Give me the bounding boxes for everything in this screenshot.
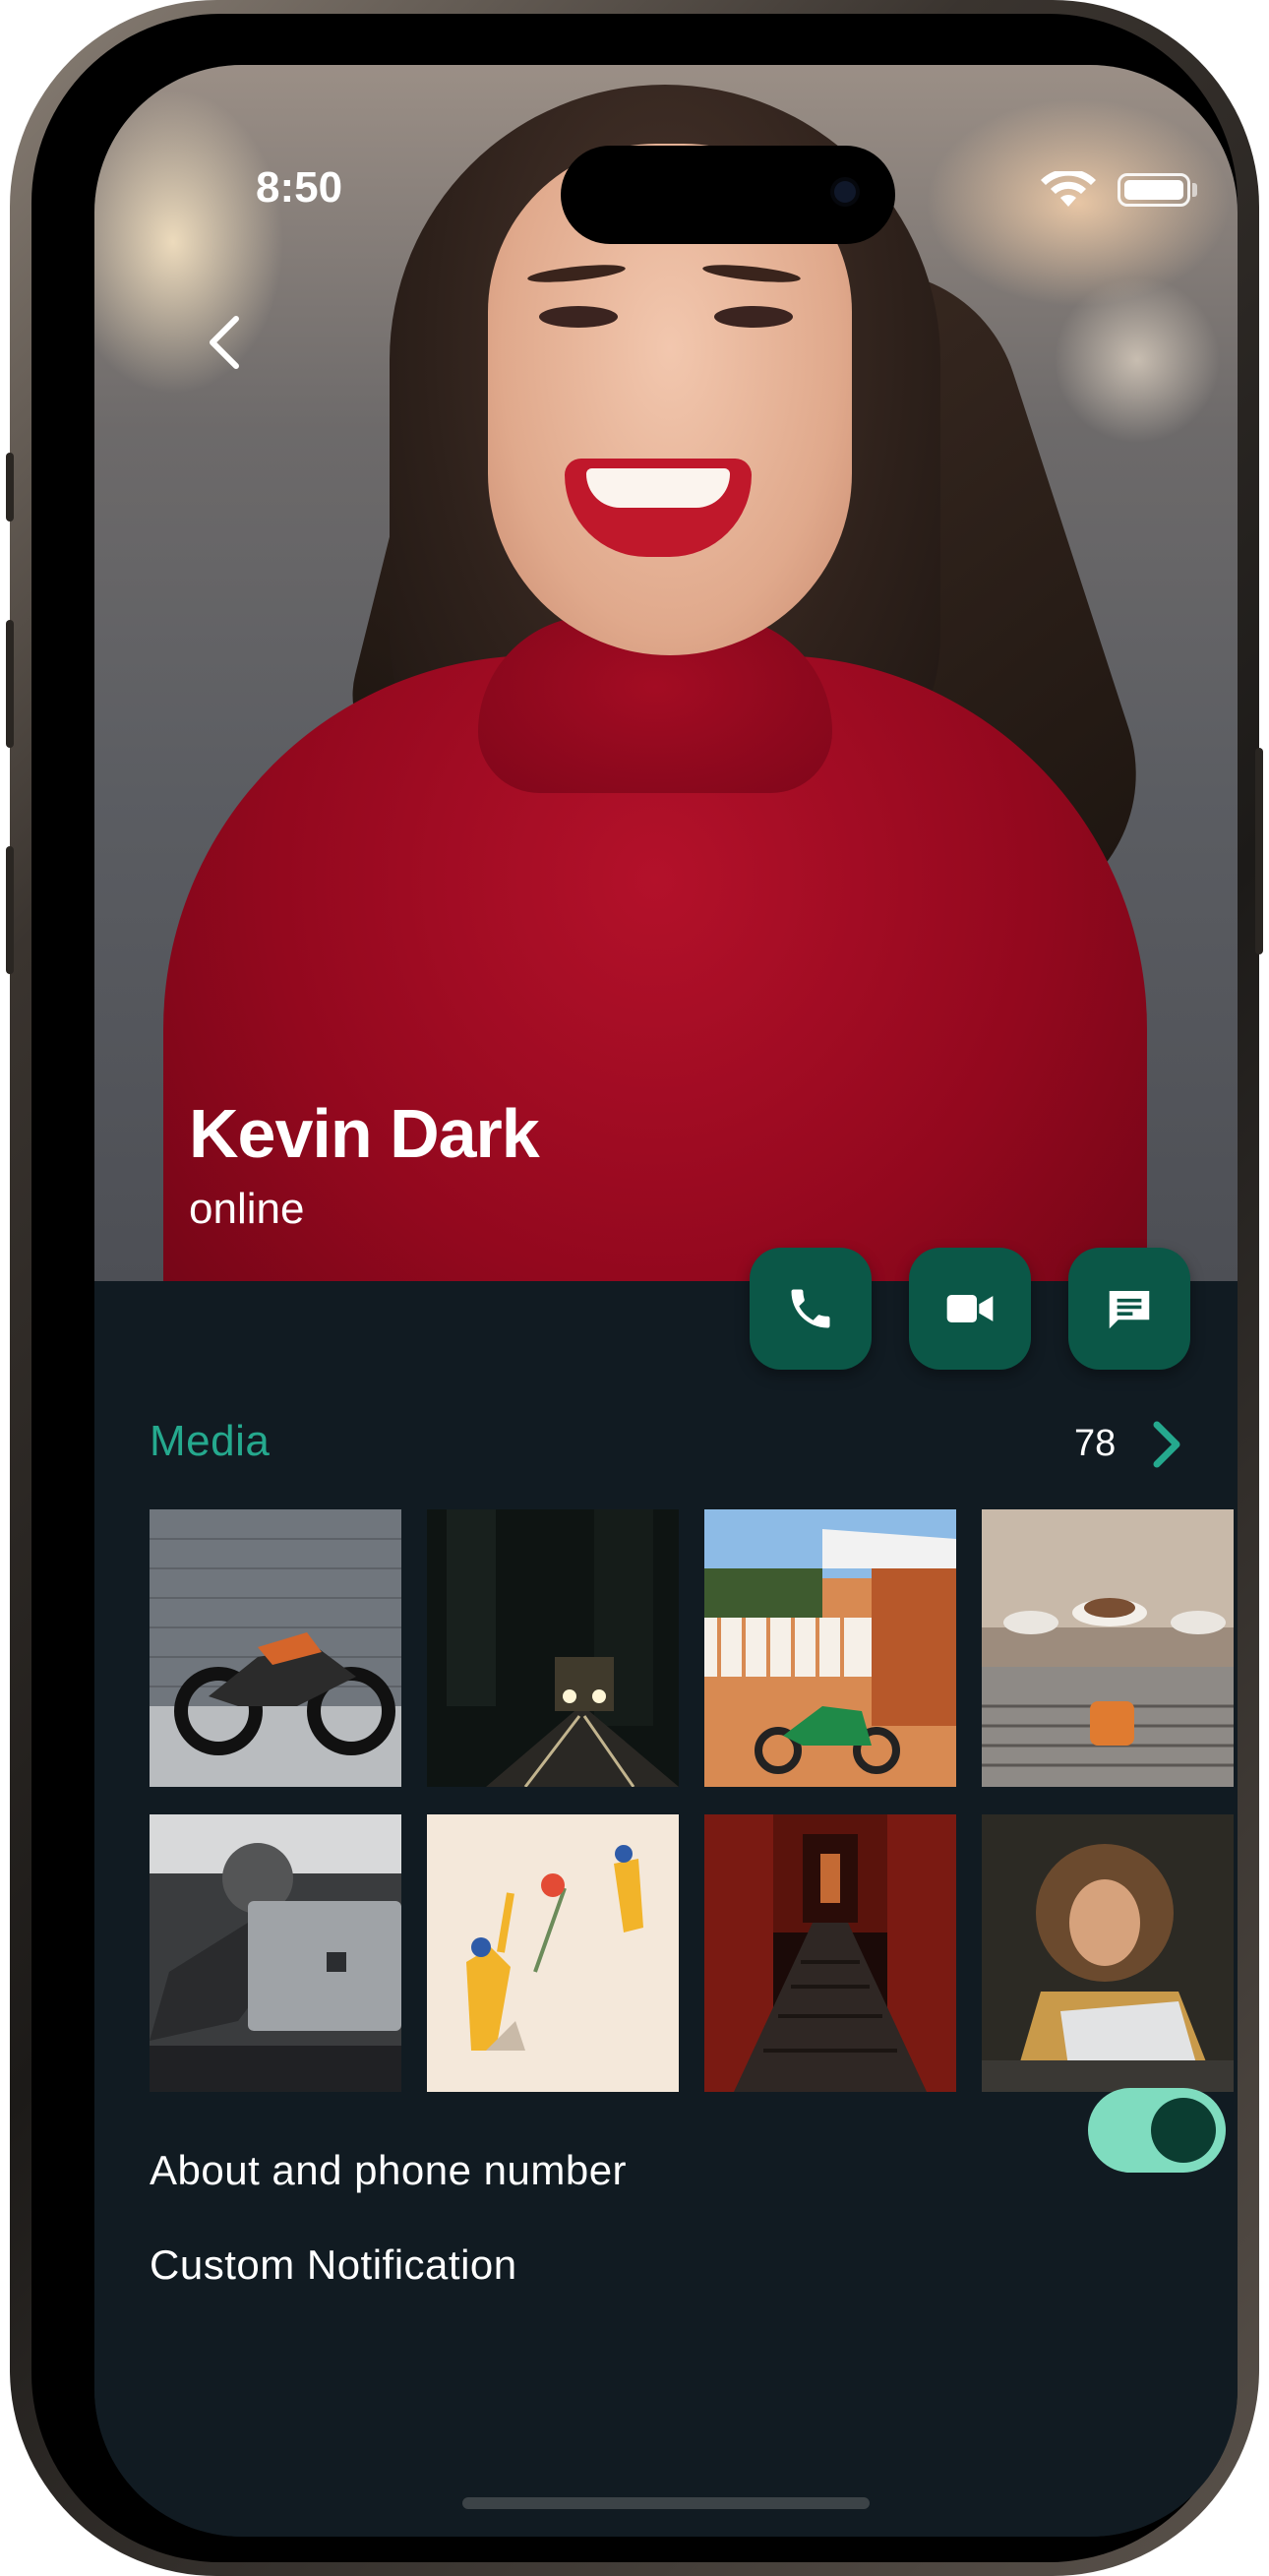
home-indicator[interactable] xyxy=(462,2497,870,2509)
media-thumb-torii[interactable] xyxy=(704,1814,956,2092)
battery-icon xyxy=(1118,173,1190,207)
message-icon xyxy=(1109,1291,1150,1329)
media-thumb-scooter[interactable] xyxy=(704,1509,956,1787)
media-thumb-coffee[interactable] xyxy=(982,1509,1234,1787)
phone-icon xyxy=(791,1289,830,1328)
camera-icon xyxy=(834,181,856,203)
media-thumb-laptop[interactable] xyxy=(150,1814,401,2092)
status-time: 8:50 xyxy=(256,163,343,212)
presence-status: online xyxy=(189,1185,305,1233)
video-icon xyxy=(946,1295,994,1322)
power-button-hardware xyxy=(1255,748,1263,954)
media-count[interactable]: 78 xyxy=(1074,1423,1116,1465)
battery-cap xyxy=(1192,183,1197,197)
call-button[interactable] xyxy=(750,1248,872,1370)
about-phone-label[interactable]: About and phone number xyxy=(150,2147,627,2194)
screen: 8:50 Kevin Dark online Media 78 About an… xyxy=(94,65,1238,2537)
about-phone-toggle[interactable] xyxy=(1088,2088,1226,2173)
back-chevron-icon[interactable] xyxy=(205,313,244,372)
video-call-button[interactable] xyxy=(909,1248,1031,1370)
media-thumb-woman[interactable] xyxy=(982,1814,1234,2092)
media-thumb-illustration[interactable] xyxy=(427,1814,679,2092)
custom-notification-label[interactable]: Custom Notification xyxy=(150,2241,517,2289)
media-section-title: Media xyxy=(150,1417,271,1465)
chevron-right-icon[interactable] xyxy=(1147,1417,1186,1472)
action-button-hardware xyxy=(6,453,14,521)
message-button[interactable] xyxy=(1068,1248,1190,1370)
phone-frame: 8:50 Kevin Dark online Media 78 About an… xyxy=(6,0,1263,2576)
volume-down-hardware xyxy=(6,846,14,974)
wifi-icon xyxy=(1041,171,1096,207)
contact-name: Kevin Dark xyxy=(189,1095,540,1172)
media-thumb-motorcycle[interactable] xyxy=(150,1509,401,1787)
details-panel: Media 78 About and phone number Custom N… xyxy=(94,1281,1238,2537)
media-thumb-night-train[interactable] xyxy=(427,1509,679,1787)
toggle-knob xyxy=(1151,2098,1216,2163)
volume-up-hardware xyxy=(6,620,14,748)
bezel: 8:50 Kevin Dark online Media 78 About an… xyxy=(31,14,1238,2562)
